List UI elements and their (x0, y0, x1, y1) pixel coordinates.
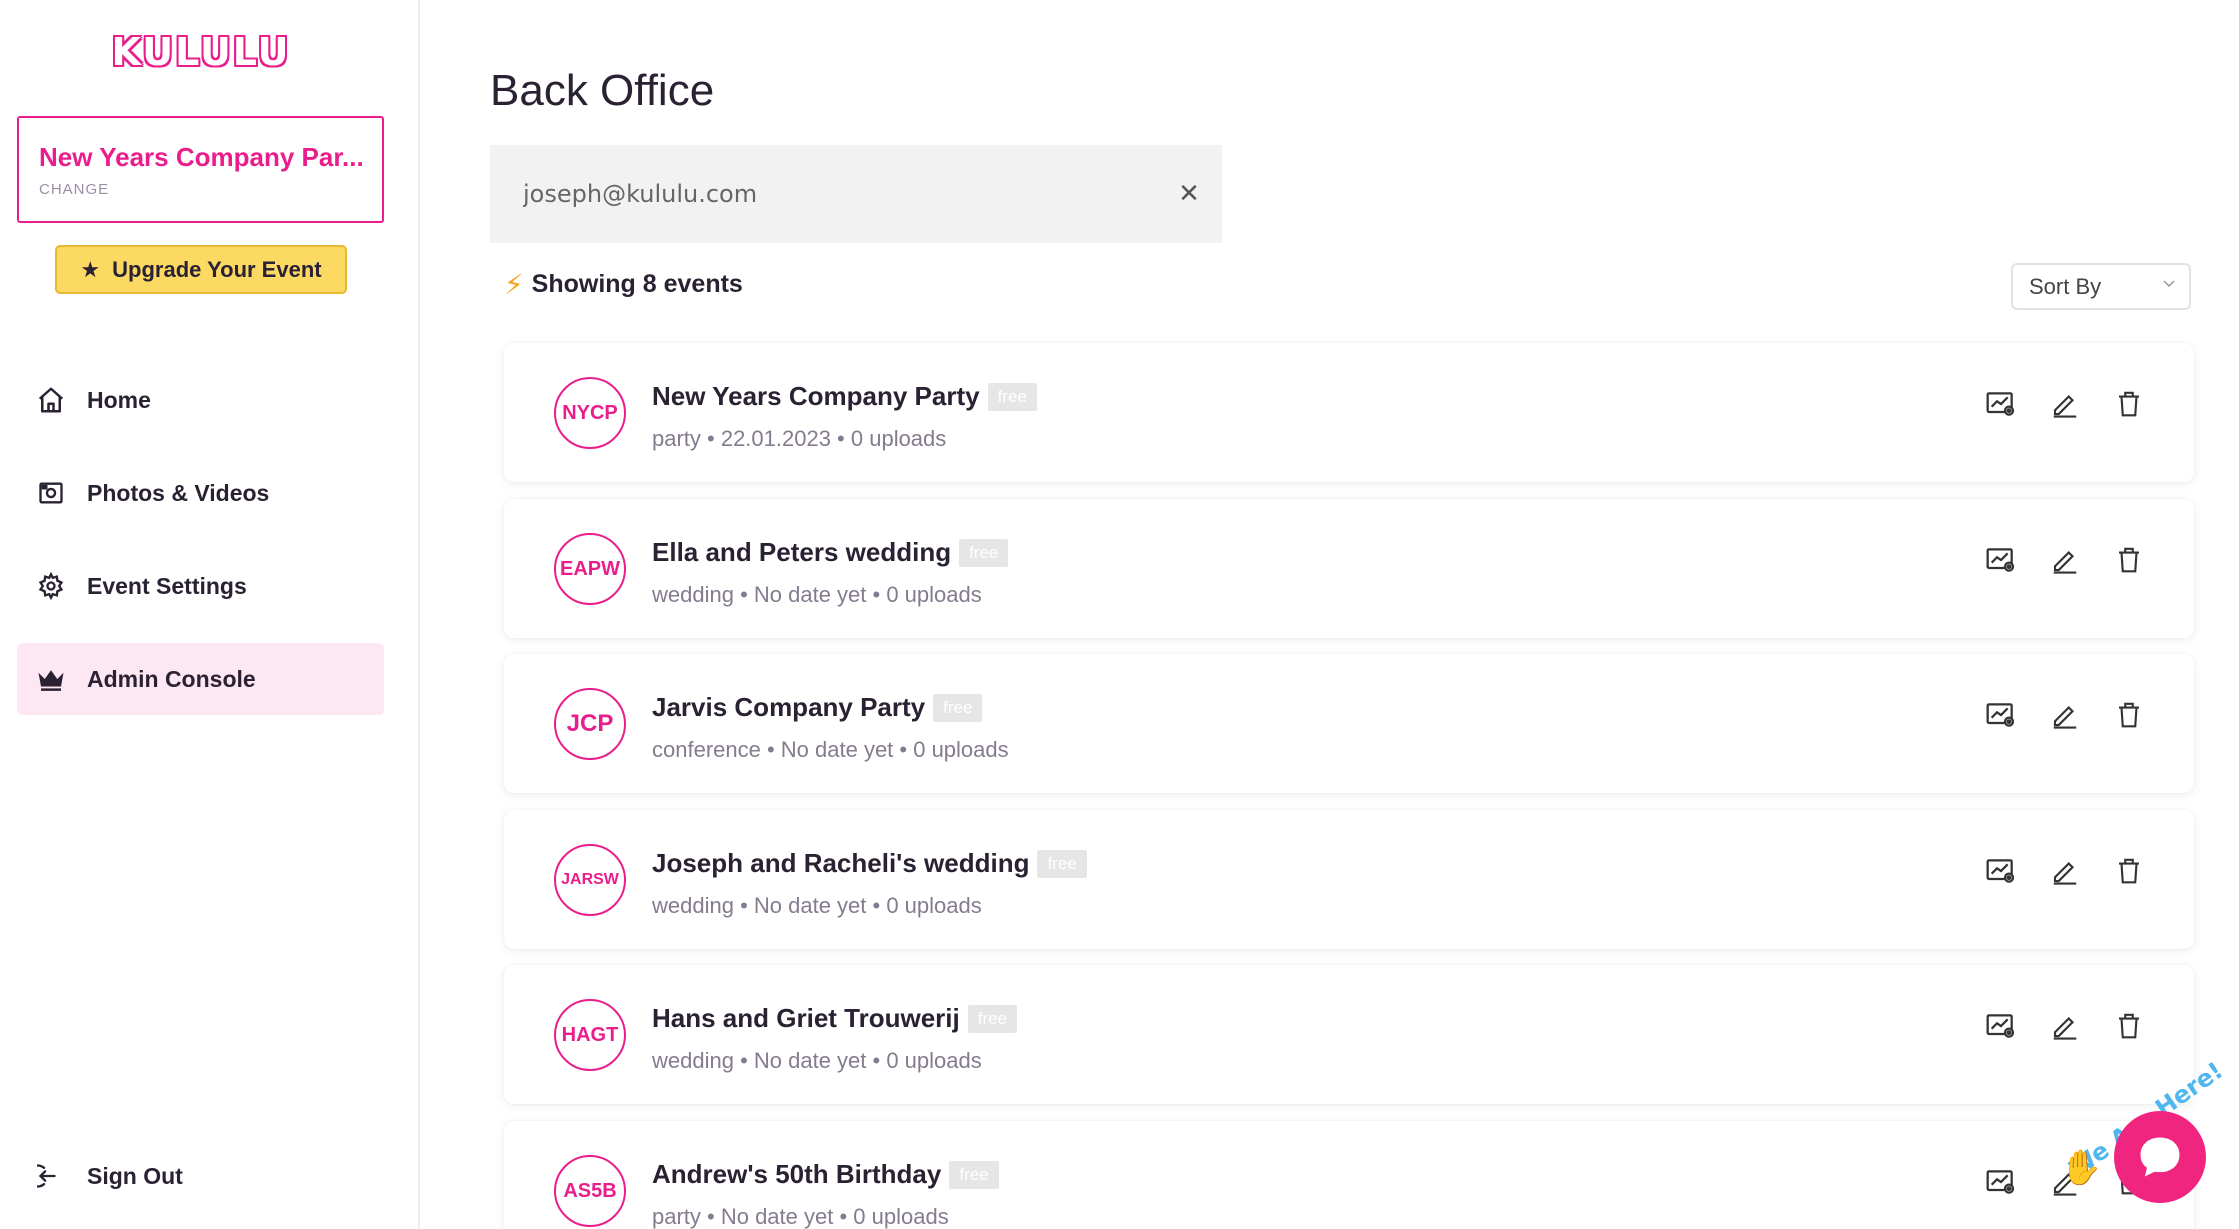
event-meta: party • 22.01.2023 • 0 uploads (652, 426, 947, 451)
chevron-down-icon (2161, 275, 2177, 296)
plan-badge: free (967, 1004, 1018, 1033)
edit-icon[interactable] (2048, 1009, 2082, 1043)
upgrade-event-button[interactable]: ★ Upgrade Your Event (55, 245, 347, 294)
close-icon[interactable]: ✕ (1174, 178, 1204, 208)
event-title[interactable]: Joseph and Racheli's wedding (652, 848, 1029, 879)
plan-badge: free (1037, 849, 1087, 878)
trash-icon[interactable] (2112, 387, 2146, 421)
event-avatar: EAPW (554, 533, 626, 605)
sidebar-item-label: Event Settings (87, 572, 247, 599)
main-content: Back Office ✕ ⚡ Showing 8 events Sort By… (422, 0, 2239, 1229)
view-stats-icon[interactable] (1984, 854, 2018, 888)
current-event-card[interactable]: New Years Company Par... CHANGE (17, 116, 384, 223)
sort-label: Sort By (2029, 273, 2102, 299)
home-icon (35, 384, 67, 416)
sidebar-item-admin-console[interactable]: Admin Console (17, 643, 384, 715)
edit-icon[interactable] (2048, 387, 2082, 421)
chat-bubble-button[interactable] (2114, 1111, 2206, 1203)
lightning-icon: ⚡ (504, 269, 524, 300)
sign-out-label: Sign Out (87, 1162, 183, 1189)
event-row[interactable]: AS5B Andrew's 50th Birthday free party •… (504, 1121, 2194, 1229)
trash-icon[interactable] (2112, 1009, 2146, 1043)
event-meta: party • No date yet • 0 uploads (652, 1204, 949, 1229)
events-count: ⚡ Showing 8 events (504, 268, 743, 301)
star-icon: ★ (80, 256, 101, 282)
upgrade-label: Upgrade Your Event (112, 256, 322, 282)
edit-icon[interactable] (2048, 854, 2082, 888)
plan-badge: free (987, 382, 1037, 411)
event-row[interactable]: NYCP New Years Company Party free party … (504, 343, 2194, 482)
event-avatar: NYCP (554, 377, 626, 449)
event-avatar: HAGT (554, 999, 626, 1071)
sidebar: KULULU New Years Company Par... CHANGE ★… (0, 0, 420, 1229)
event-meta: wedding • No date yet • 0 uploads (652, 1048, 982, 1073)
crown-icon (35, 663, 67, 695)
plan-badge: free (959, 538, 1009, 567)
event-row[interactable]: JARSW Joseph and Racheli's wedding free … (504, 810, 2194, 949)
kululu-logo[interactable]: KULULU (0, 30, 402, 74)
view-stats-icon[interactable] (1984, 698, 2018, 732)
edit-icon[interactable] (2048, 543, 2082, 577)
event-meta: wedding • No date yet • 0 uploads (652, 893, 982, 918)
event-avatar: AS5B (554, 1155, 626, 1227)
plan-badge: free (949, 1160, 999, 1189)
waving-hand-icon: ✋ (2060, 1149, 2103, 1187)
gear-icon (35, 570, 67, 602)
sort-by-select[interactable]: Sort By (2011, 263, 2191, 310)
event-title[interactable]: Andrew's 50th Birthday (652, 1159, 941, 1190)
event-meta: conference • No date yet • 0 uploads (652, 737, 1009, 762)
sidebar-item-label: Home (87, 386, 151, 413)
view-stats-icon[interactable] (1984, 1009, 2018, 1043)
sidebar-item-label: Admin Console (87, 665, 256, 692)
event-title[interactable]: Ella and Peters wedding (652, 537, 951, 568)
page-title: Back Office (490, 66, 715, 115)
event-row[interactable]: HAGT Hans and Griet Trouwerij free weddi… (504, 965, 2194, 1104)
sidebar-item-label: Photos & Videos (87, 479, 270, 506)
search-box: ✕ (490, 145, 1222, 243)
event-row[interactable]: EAPW Ella and Peters wedding free weddin… (504, 499, 2194, 638)
chat-widget[interactable]: We Are Here! ✋ (2060, 1056, 2239, 1229)
edit-icon[interactable] (2048, 698, 2082, 732)
view-stats-icon[interactable] (1984, 543, 2018, 577)
event-meta: wedding • No date yet • 0 uploads (652, 582, 982, 607)
sidebar-item-home[interactable]: Home (17, 364, 384, 436)
trash-icon[interactable] (2112, 543, 2146, 577)
view-stats-icon[interactable] (1984, 1165, 2018, 1199)
search-input[interactable] (490, 145, 1170, 243)
chat-icon (2140, 1137, 2180, 1177)
showing-text: Showing 8 events (531, 270, 743, 298)
camera-icon (35, 477, 67, 509)
event-title[interactable]: New Years Company Party (652, 381, 980, 412)
sidebar-item-event-settings[interactable]: Event Settings (17, 550, 384, 622)
event-title[interactable]: Jarvis Company Party (652, 692, 925, 723)
trash-icon[interactable] (2112, 854, 2146, 888)
change-event-link[interactable]: CHANGE (39, 181, 382, 198)
current-event-name: New Years Company Par... (39, 142, 364, 172)
event-title[interactable]: Hans and Griet Trouwerij (652, 1003, 960, 1034)
event-row[interactable]: JCP Jarvis Company Party free conference… (504, 654, 2194, 793)
plan-badge: free (933, 693, 983, 722)
sign-out-icon (35, 1160, 67, 1192)
view-stats-icon[interactable] (1984, 387, 2018, 421)
sidebar-item-photos-videos[interactable]: Photos & Videos (17, 457, 384, 529)
event-avatar: JARSW (554, 844, 626, 916)
trash-icon[interactable] (2112, 698, 2146, 732)
event-avatar: JCP (554, 688, 626, 760)
sign-out-button[interactable]: Sign Out (17, 1140, 384, 1212)
